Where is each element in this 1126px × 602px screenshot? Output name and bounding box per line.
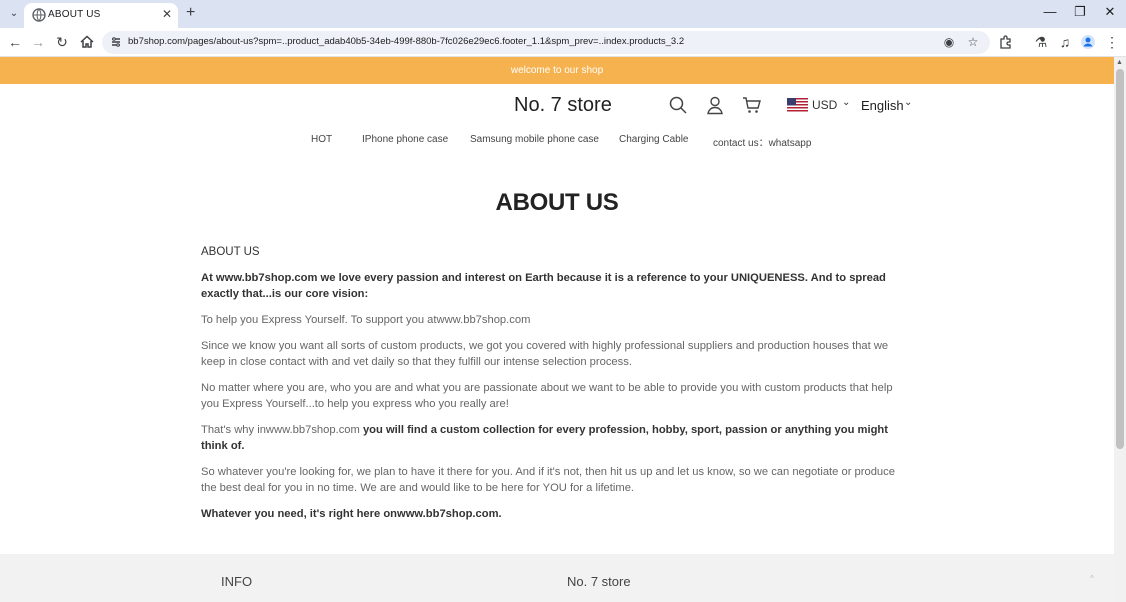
menu-item-hot[interactable]: HOT	[311, 134, 332, 145]
menu-item-samsung-case[interactable]: Samsung mobile phone case	[470, 134, 599, 145]
chevron-down-icon[interactable]: ⌄	[904, 97, 912, 108]
search-icon[interactable]	[668, 95, 688, 115]
web-page: welcome to our shop No. 7 store USD ⌄ En…	[0, 57, 1114, 602]
intro-paragraph: At www.bb7shop.com we love every passion…	[201, 272, 886, 300]
about-content: ABOUT US At www.bb7shop.com we love ever…	[201, 244, 913, 532]
restore-icon[interactable]: ❐	[1070, 4, 1090, 20]
tab-title: ABOUT US	[48, 9, 101, 20]
paragraph: Since we know you want all sorts of cust…	[201, 340, 889, 368]
star-icon[interactable]: ☆	[966, 35, 980, 49]
menu-item-charging-cable[interactable]: Charging Cable	[619, 134, 689, 145]
minimize-icon[interactable]: —	[1040, 4, 1060, 19]
paragraph: So whatever you're looking for, we plan …	[201, 466, 895, 494]
store-logo[interactable]: No. 7 store	[514, 94, 612, 117]
extensions-icon[interactable]	[998, 34, 1014, 50]
footer: INFO No. 7 store ^	[0, 554, 1114, 602]
language-selector[interactable]: English	[861, 98, 904, 113]
close-icon[interactable]: ✕	[162, 7, 172, 21]
footer-info-heading: INFO	[221, 574, 253, 589]
back-icon[interactable]: ←	[7, 34, 23, 50]
back-to-top-icon[interactable]: ^	[1090, 574, 1094, 583]
section-heading: ABOUT US	[201, 246, 260, 258]
eye-off-icon[interactable]: ◉	[942, 35, 956, 49]
url-text: bb7shop.com/pages/about-us?spm=..product…	[128, 36, 685, 47]
menu-item-iphone-case[interactable]: IPhone phone case	[362, 134, 448, 145]
currency-selector[interactable]: USD	[812, 98, 837, 112]
forward-icon[interactable]: →	[30, 34, 46, 50]
page-title: ABOUT US	[495, 189, 619, 216]
closing-paragraph: Whatever you need, it's right here onwww…	[201, 508, 502, 520]
paragraph: No matter where you are, who you are and…	[201, 382, 893, 410]
reload-icon[interactable]: ↻	[54, 34, 70, 50]
footer-store-heading: No. 7 store	[567, 574, 631, 589]
browser-tab[interactable]: ABOUT US ✕	[24, 3, 178, 28]
us-flag-icon[interactable]	[787, 98, 808, 112]
tab-search-icon[interactable]: ⌄	[6, 6, 22, 22]
browser-toolbar: ← → ↻ bb7shop.com/pages/about-us?spm=..p…	[0, 28, 1126, 57]
menu-item-contact[interactable]: contact us：whatsapp	[713, 134, 811, 149]
home-icon[interactable]	[79, 34, 95, 50]
browser-tab-bar: ⌄ ABOUT US ✕ + — ❐ ✕	[0, 0, 1126, 28]
paragraph-text: That's why inwww.bb7shop.com	[201, 424, 360, 436]
window-close-icon[interactable]: ✕	[1100, 4, 1120, 20]
scroll-thumb[interactable]	[1116, 69, 1124, 449]
paragraph: To help you Express Yourself. To support…	[201, 314, 531, 326]
announcement-bar: welcome to our shop	[0, 57, 1114, 84]
lab-icon[interactable]: ⚗	[1033, 34, 1049, 50]
user-icon[interactable]	[705, 95, 725, 115]
media-icon[interactable]: ♫	[1057, 34, 1073, 50]
address-bar[interactable]: bb7shop.com/pages/about-us?spm=..product…	[102, 31, 990, 54]
paragraph: That's why inwww.bb7shop.com you will fi…	[201, 422, 913, 454]
plus-icon[interactable]: +	[186, 4, 195, 22]
site-info-icon[interactable]	[110, 36, 122, 48]
cart-icon[interactable]	[742, 95, 762, 115]
chevron-down-icon[interactable]: ⌄	[842, 97, 850, 108]
scrollbar[interactable]: ▲	[1114, 57, 1126, 602]
profile-icon[interactable]	[1080, 34, 1096, 50]
scroll-up-icon[interactable]: ▲	[1116, 59, 1123, 66]
kebab-icon[interactable]: ⋮	[1104, 34, 1120, 50]
globe-icon	[32, 8, 46, 22]
